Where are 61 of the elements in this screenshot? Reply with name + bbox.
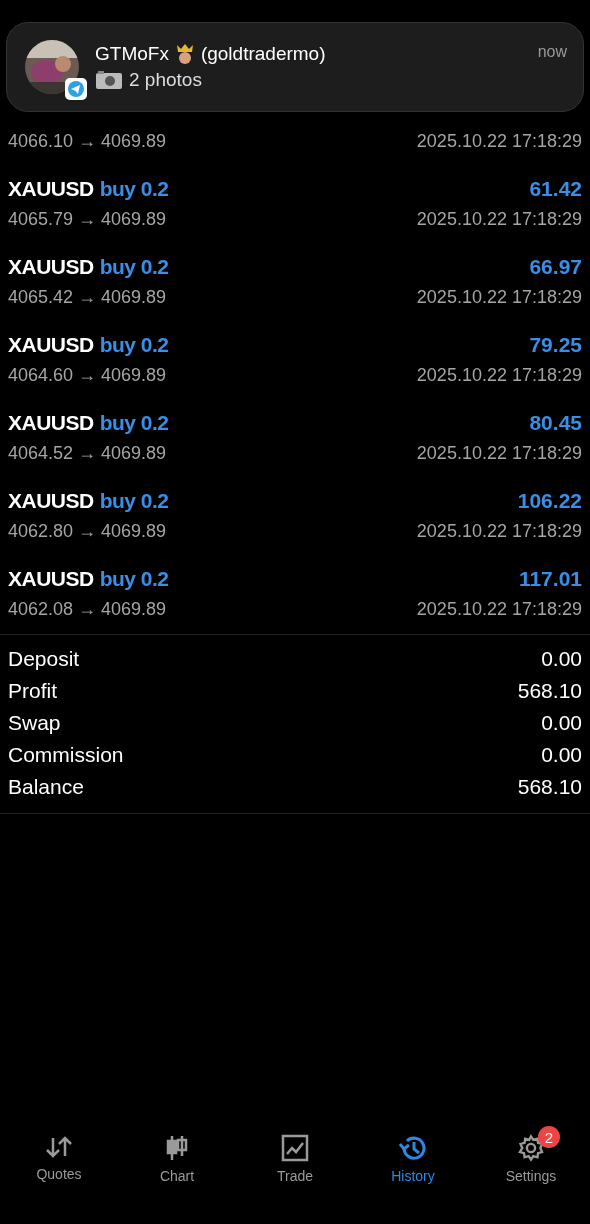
profit: 61.42 xyxy=(529,177,582,201)
price-range: 4065.42 → 4069.89 xyxy=(8,287,167,308)
profit: 80.45 xyxy=(529,411,582,435)
settings-icon xyxy=(517,1134,545,1162)
deal-time: 2025.10.22 17:18:29 xyxy=(416,599,582,620)
price-range: 4066.10 → 4069.89 xyxy=(8,131,167,152)
price-range: 4064.60 → 4069.89 xyxy=(8,365,167,386)
send-plane-icon xyxy=(65,78,87,100)
profit: 106.22 xyxy=(517,489,582,513)
price-range: 4064.52 → 4069.89 xyxy=(8,443,167,464)
tab[interactable]: History xyxy=(368,1116,458,1186)
tab[interactable]: Chart xyxy=(132,1116,222,1186)
deal-type: buy 0.2 xyxy=(99,333,169,357)
deal-time: 2025.10.22 17:18:29 xyxy=(416,209,582,230)
profit: 117.01 xyxy=(518,567,582,591)
symbol: XAUUSD xyxy=(8,333,94,357)
tab[interactable]: Settings 2 xyxy=(486,1116,576,1186)
line-chart-icon xyxy=(281,1134,309,1162)
summary-value: 568.10 xyxy=(517,775,582,799)
summary-value: 568.10 xyxy=(517,679,582,703)
notification-time: now xyxy=(537,43,567,61)
deal-time: 2025.10.22 17:18:29 xyxy=(416,521,582,542)
symbol: XAUUSD xyxy=(8,255,94,279)
deal-type: buy 0.2 xyxy=(99,567,169,591)
profit: 66.97 xyxy=(529,255,582,279)
deal-time: 2025.10.22 17:18:29 xyxy=(416,287,582,308)
sort-arrows-icon xyxy=(45,1134,73,1160)
profit: 79.25 xyxy=(529,333,582,357)
symbol: XAUUSD xyxy=(8,489,94,513)
deal-type: buy 0.2 xyxy=(99,411,169,435)
summary-label: Swap xyxy=(8,711,61,735)
history-clock-icon xyxy=(398,1134,428,1162)
deal-type: buy 0.2 xyxy=(99,177,169,201)
deal-time: 2025.10.22 17:18:29 xyxy=(416,131,582,152)
sender-name: GTMoFx xyxy=(95,43,169,65)
deal-type: buy 0.2 xyxy=(99,255,169,279)
deal-type: buy 0.2 xyxy=(99,489,169,513)
notification-message: 2 photos xyxy=(129,69,202,91)
camera-icon xyxy=(95,70,123,90)
deal-time: 2025.10.22 17:18:29 xyxy=(416,365,582,386)
price-range: 4065.79 → 4069.89 xyxy=(8,209,167,230)
price-range: 4062.80 → 4069.89 xyxy=(8,521,167,542)
summary-value: 0.00 xyxy=(541,743,582,767)
notification-badge: 2 xyxy=(538,1126,560,1148)
tab[interactable]: Trade xyxy=(250,1116,340,1186)
summary-value: 0.00 xyxy=(541,647,582,671)
price-range: 4062.08 → 4069.89 xyxy=(8,599,167,620)
summary-label: Deposit xyxy=(8,647,80,671)
deal-time: 2025.10.22 17:18:29 xyxy=(416,443,582,464)
summary-label: Profit xyxy=(8,679,57,703)
summary-label: Commission xyxy=(8,743,124,767)
summary-value: 0.00 xyxy=(541,711,582,735)
tab[interactable]: Quotes xyxy=(14,1116,104,1186)
symbol: XAUUSD xyxy=(8,177,94,201)
symbol: XAUUSD xyxy=(8,567,94,591)
symbol: XAUUSD xyxy=(8,411,94,435)
summary-label: Balance xyxy=(8,775,84,799)
crown-icon xyxy=(174,43,195,65)
sender-handle: (goldtradermo) xyxy=(200,43,326,65)
notification-banner[interactable]: GTMoFx (goldtradermo) 2 photos now xyxy=(6,22,584,112)
candlestick-icon xyxy=(165,1134,189,1162)
